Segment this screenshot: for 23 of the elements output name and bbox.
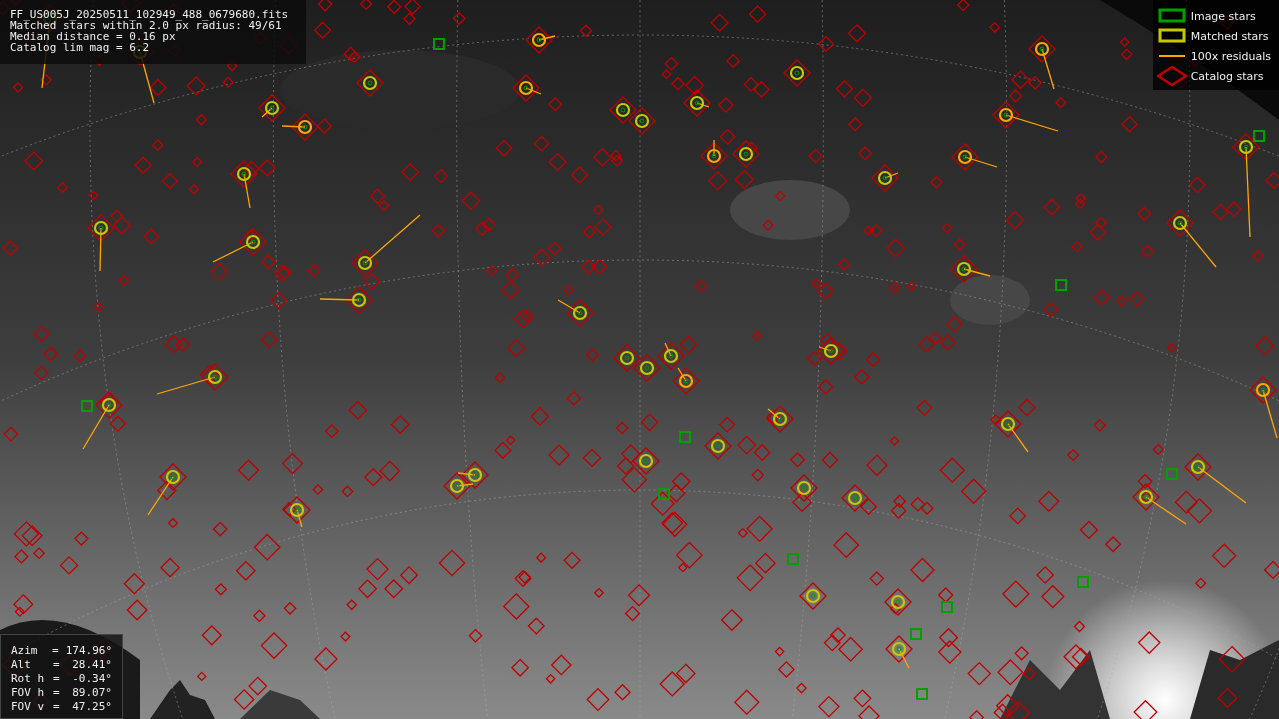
legend-label: Image stars xyxy=(1190,9,1256,23)
pointing-value: 28.41° xyxy=(71,659,112,670)
legend-label: 100x residuals xyxy=(1190,49,1271,63)
equals-sign: = xyxy=(53,659,61,670)
equals-sign: = xyxy=(52,645,60,656)
pointing-label: FOV h xyxy=(11,687,46,698)
pointing-value: 47.25° xyxy=(71,701,112,712)
pointing-value: -0.34° xyxy=(71,673,112,684)
equals-sign: = xyxy=(53,687,61,698)
legend-label: Matched stars xyxy=(1190,29,1269,43)
pointing-label: FOV v xyxy=(11,701,46,712)
pointing-value: 89.07° xyxy=(71,687,112,698)
pointing-label: Azim xyxy=(11,645,39,656)
info-text: Median distance = 0.16 px xyxy=(10,31,176,42)
info-text: Matched stars within 2.0 px radius: 49/61 xyxy=(10,20,282,31)
pointing-label: Alt xyxy=(11,659,32,670)
equals-sign: = xyxy=(53,701,61,712)
pointing-value: 174.96° xyxy=(65,645,112,656)
equals-sign: = xyxy=(53,673,61,684)
pointing-label: Rot h xyxy=(11,673,46,684)
info-text: FF_US005J_20250511_102949_488_0679680.fits xyxy=(10,9,290,20)
info-text: Catalog lim mag = 6.2 xyxy=(10,42,151,53)
legend-label: Catalog stars xyxy=(1190,69,1264,83)
